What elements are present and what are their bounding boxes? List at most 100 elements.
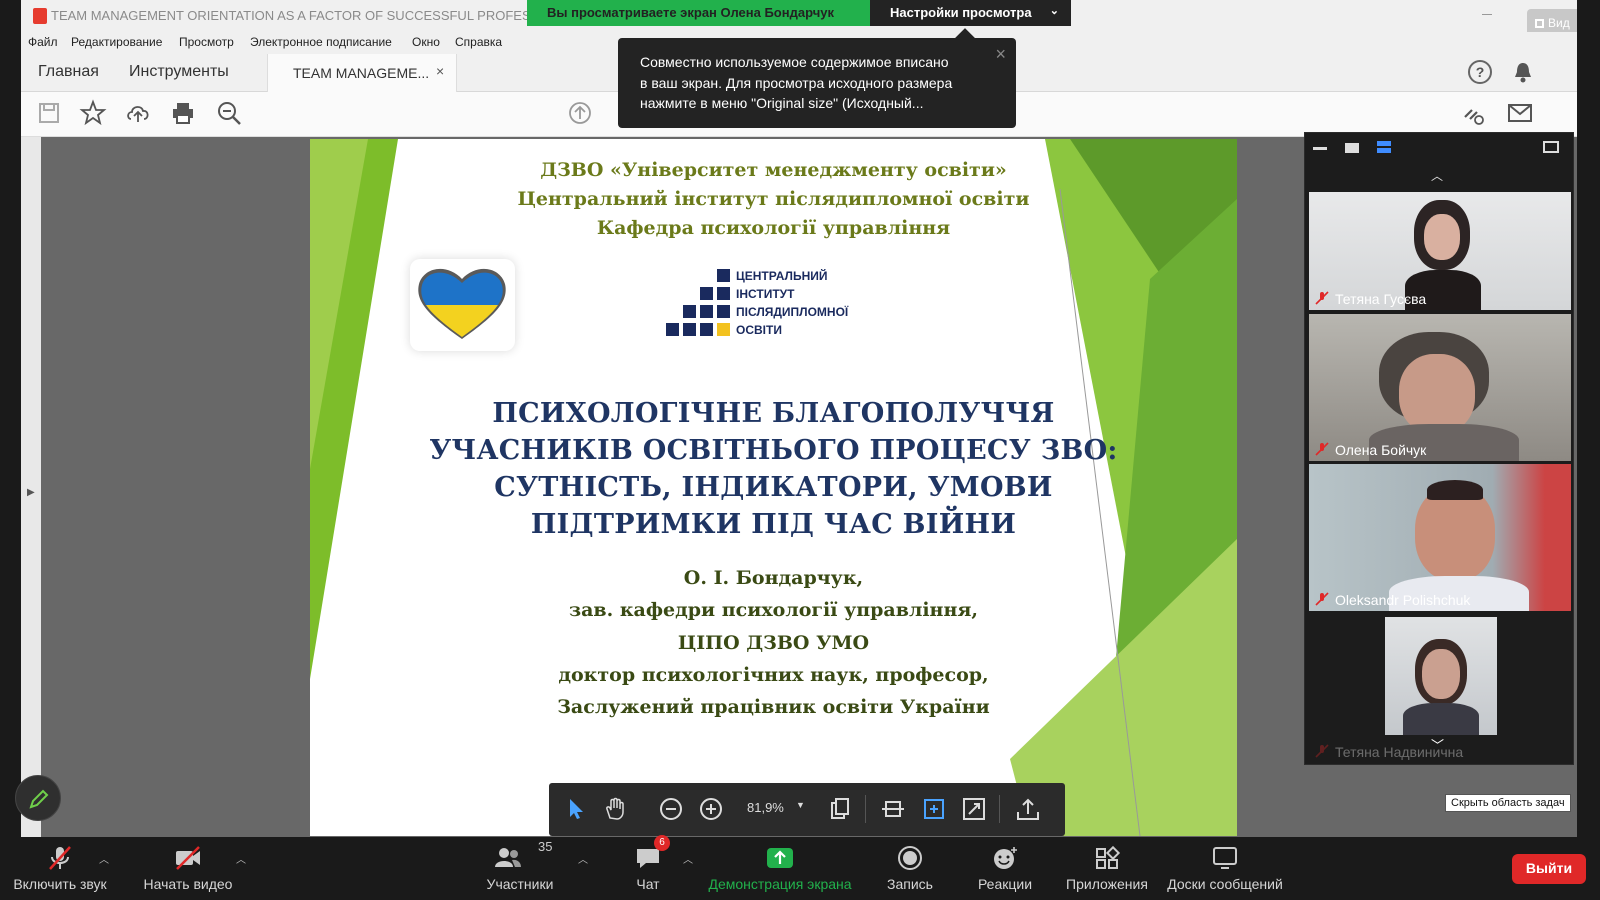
muted-mic-icon bbox=[1315, 442, 1329, 456]
participants-button[interactable]: 35 Участники bbox=[460, 837, 580, 900]
unmute-button[interactable]: Включить звук bbox=[0, 837, 120, 900]
left-nav-strip[interactable]: ▶ bbox=[21, 137, 41, 837]
participant-name: Олена Бойчук bbox=[1335, 442, 1427, 458]
slide-header-line-3: Кафедра психології управління bbox=[596, 217, 951, 239]
menu-file[interactable]: Файл bbox=[28, 35, 58, 49]
video-tile[interactable]: Олена Бойчук bbox=[1309, 314, 1571, 461]
unmute-label: Включить звук bbox=[13, 876, 107, 892]
print-icon[interactable] bbox=[169, 99, 197, 127]
leave-meeting-button[interactable]: Выйти bbox=[1512, 854, 1586, 884]
zoom-search-icon[interactable] bbox=[215, 99, 243, 127]
record-button[interactable]: Запись bbox=[860, 837, 960, 900]
save-icon[interactable] bbox=[35, 99, 63, 127]
apps-button[interactable]: Приложения bbox=[1052, 837, 1162, 900]
whiteboards-label: Доски сообщений bbox=[1167, 876, 1283, 892]
fullscreen-icon[interactable] bbox=[961, 796, 987, 822]
scroll-down-icon[interactable]: ﹀ bbox=[1431, 735, 1444, 754]
muted-microphone-icon bbox=[49, 846, 71, 870]
whiteboards-button[interactable]: Доски сообщений bbox=[1160, 837, 1290, 900]
hand-tool-icon[interactable] bbox=[602, 796, 628, 822]
slide-title-line-3: СУТНІСТЬ, ІНДИКАТОРИ, УМОВИ bbox=[494, 472, 1053, 503]
chat-button[interactable]: 6 Чат bbox=[598, 835, 698, 900]
zoom-meeting-controls: Включить звук ︿ Начать видео ︿ 35 Участн… bbox=[0, 835, 1600, 900]
participant-hair bbox=[1427, 480, 1483, 500]
document-tab-label: TEAM MANAGEME... bbox=[293, 65, 430, 81]
video-tile[interactable]: Oleksandr Polishchuk bbox=[1309, 464, 1571, 611]
view-settings-button[interactable]: Настройки просмотра ⌄ bbox=[870, 0, 1071, 26]
cipo-logo-text: ЦЕНТРАЛЬНИЙ ІНСТИТУТ ПІСЛЯДИПЛОМНОЇ ОСВІ… bbox=[736, 267, 848, 339]
pen-icon bbox=[29, 789, 49, 809]
participants-icon bbox=[495, 848, 521, 867]
slide-title-line-4: ПІДТРИМКИ ПІД ЧАС ВІЙНИ bbox=[530, 509, 1017, 540]
email-icon[interactable] bbox=[1506, 99, 1534, 127]
zoom-level[interactable]: 81,9% bbox=[747, 800, 784, 815]
video-options-chevron-icon[interactable]: ︿ bbox=[236, 851, 246, 866]
slide-title-line-1: ПСИХОЛОГІЧНЕ БЛАГОПОЛУЧЧЯ bbox=[492, 398, 1055, 429]
menu-e-sign[interactable]: Электронное подписание bbox=[250, 35, 392, 49]
slide-author-line-4: доктор психологічних наук, професор, bbox=[558, 664, 989, 686]
zoom-dropdown-icon[interactable]: ▼ bbox=[796, 800, 805, 810]
close-icon[interactable]: × bbox=[995, 44, 1006, 65]
zoom-in-icon[interactable] bbox=[698, 796, 724, 822]
speaker-view-icon[interactable] bbox=[1345, 143, 1359, 153]
audio-options-chevron-icon[interactable]: ︿ bbox=[99, 851, 109, 866]
video-tile[interactable]: Тетяна Надвинична ﹀ bbox=[1309, 615, 1571, 763]
video-tile[interactable]: Тетяна Гусєва bbox=[1309, 192, 1571, 310]
record-label: Запись bbox=[887, 876, 933, 892]
scroll-up-icon[interactable]: ︿ bbox=[1431, 167, 1443, 184]
tab-document[interactable]: TEAM MANAGEME... × bbox=[267, 54, 457, 92]
tooltip-line: Совместно используемое содержимое вписан… bbox=[640, 54, 949, 70]
menu-edit[interactable]: Редактирование bbox=[71, 35, 162, 49]
gallery-view-icon[interactable] bbox=[1377, 141, 1391, 153]
logo-line: ЦЕНТРАЛЬНИЙ bbox=[736, 269, 828, 283]
chat-label: Чат bbox=[636, 876, 660, 892]
participant-clothing bbox=[1403, 703, 1479, 735]
fit-width-icon[interactable] bbox=[921, 796, 947, 822]
start-video-button[interactable]: Начать видео bbox=[128, 837, 248, 900]
zoom-out-icon[interactable] bbox=[658, 796, 684, 822]
menu-view[interactable]: Просмотр bbox=[179, 35, 234, 49]
menu-help[interactable]: Справка bbox=[455, 35, 502, 49]
page-up-icon[interactable] bbox=[566, 99, 594, 127]
grid-icon bbox=[1535, 19, 1544, 28]
reactions-button[interactable]: Реакции bbox=[955, 837, 1055, 900]
tooltip-line: нажмите в меню "Original size" (Исходный… bbox=[640, 95, 924, 111]
participant-face bbox=[1424, 214, 1460, 260]
share-link-icon[interactable] bbox=[1459, 99, 1487, 127]
whiteboard-icon bbox=[1213, 847, 1237, 869]
toolbar-separator bbox=[999, 795, 1000, 823]
page-copy-icon[interactable] bbox=[827, 796, 853, 822]
participant-name: Oleksandr Polishchuk bbox=[1335, 592, 1471, 608]
video-off-icon bbox=[176, 846, 200, 870]
star-icon[interactable] bbox=[79, 99, 107, 127]
participants-options-chevron-icon[interactable]: ︿ bbox=[578, 851, 588, 866]
participant-face bbox=[1399, 354, 1475, 434]
chat-options-chevron-icon[interactable]: ︿ bbox=[683, 851, 693, 866]
muted-mic-icon bbox=[1315, 592, 1329, 606]
tooltip-line: в ваш экран. Для просмотра исходного раз… bbox=[640, 74, 953, 91]
minimize-icon[interactable] bbox=[1482, 14, 1492, 15]
pop-out-panel-icon[interactable] bbox=[1543, 141, 1559, 153]
select-arrow-icon[interactable] bbox=[563, 796, 589, 822]
tab-home[interactable]: Главная bbox=[38, 63, 99, 81]
logo-line: ІНСТИТУТ bbox=[736, 287, 795, 301]
share-screen-button[interactable]: Демонстрация экрана bbox=[705, 837, 855, 900]
cloud-upload-icon[interactable] bbox=[124, 99, 152, 127]
export-icon[interactable] bbox=[1015, 796, 1041, 822]
slide-author-line-2: зав. кафедри психології управління, bbox=[568, 599, 979, 621]
annotate-pen-button[interactable] bbox=[15, 775, 61, 821]
menu-window[interactable]: Окно bbox=[412, 35, 440, 49]
logo-line: ОСВІТИ bbox=[736, 323, 782, 337]
participants-video-panel: ︿ Тетяна Гусєва Олена Бойчук Oleksandr P… bbox=[1304, 132, 1574, 765]
minimize-panel-icon[interactable] bbox=[1313, 147, 1327, 150]
expand-panel-icon[interactable]: ▶ bbox=[27, 487, 35, 498]
share-screen-label: Демонстрация экрана bbox=[708, 876, 852, 892]
presentation-slide: ДЗВО «Університет менеджменту освіти» Це… bbox=[310, 139, 1237, 836]
close-tab-icon[interactable]: × bbox=[436, 63, 444, 79]
tab-tools[interactable]: Инструменты bbox=[129, 63, 229, 81]
hide-taskbar-tooltip: Скрыть область задач bbox=[1445, 794, 1571, 812]
fit-page-icon[interactable] bbox=[880, 796, 906, 822]
window-title: TEAM MANAGEMENT ORIENTATION AS A FACTOR … bbox=[51, 8, 551, 23]
help-icon[interactable]: ? bbox=[1468, 60, 1492, 84]
bell-icon[interactable] bbox=[1512, 60, 1534, 84]
